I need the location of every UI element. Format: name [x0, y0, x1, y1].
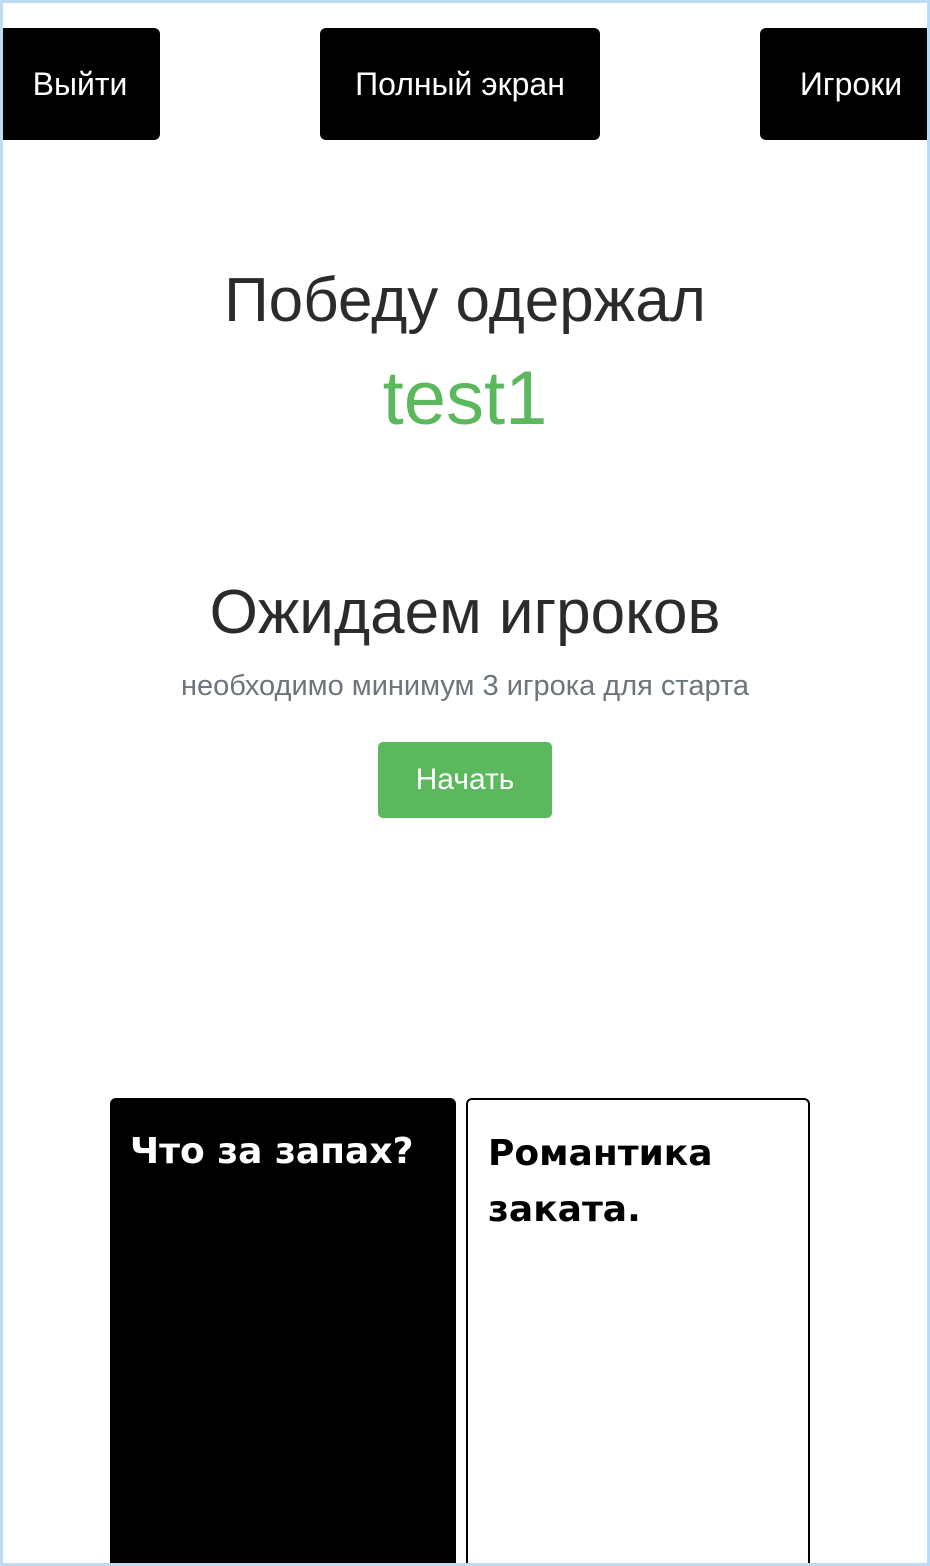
- game-screen: Выйти Полный экран Игроки Победу одержал…: [0, 0, 930, 1566]
- waiting-heading: Ожидаем игроков: [209, 578, 721, 647]
- white-card[interactable]: Романтика заката.: [466, 1098, 810, 1563]
- black-card-text: Что за запах?: [130, 1131, 414, 1172]
- winner-heading: Победу одержал: [224, 266, 706, 335]
- start-button[interactable]: Начать: [378, 742, 552, 818]
- waiting-subtitle: необходимо минимум 3 игрока для старта: [180, 670, 750, 702]
- white-card-text: Романтика заката.: [488, 1133, 713, 1230]
- black-card: Что за запах?: [110, 1098, 456, 1563]
- players-button[interactable]: Игроки: [760, 28, 927, 140]
- fullscreen-button[interactable]: Полный экран: [320, 28, 600, 140]
- winner-name: test1: [382, 356, 548, 441]
- exit-button[interactable]: Выйти: [3, 28, 160, 140]
